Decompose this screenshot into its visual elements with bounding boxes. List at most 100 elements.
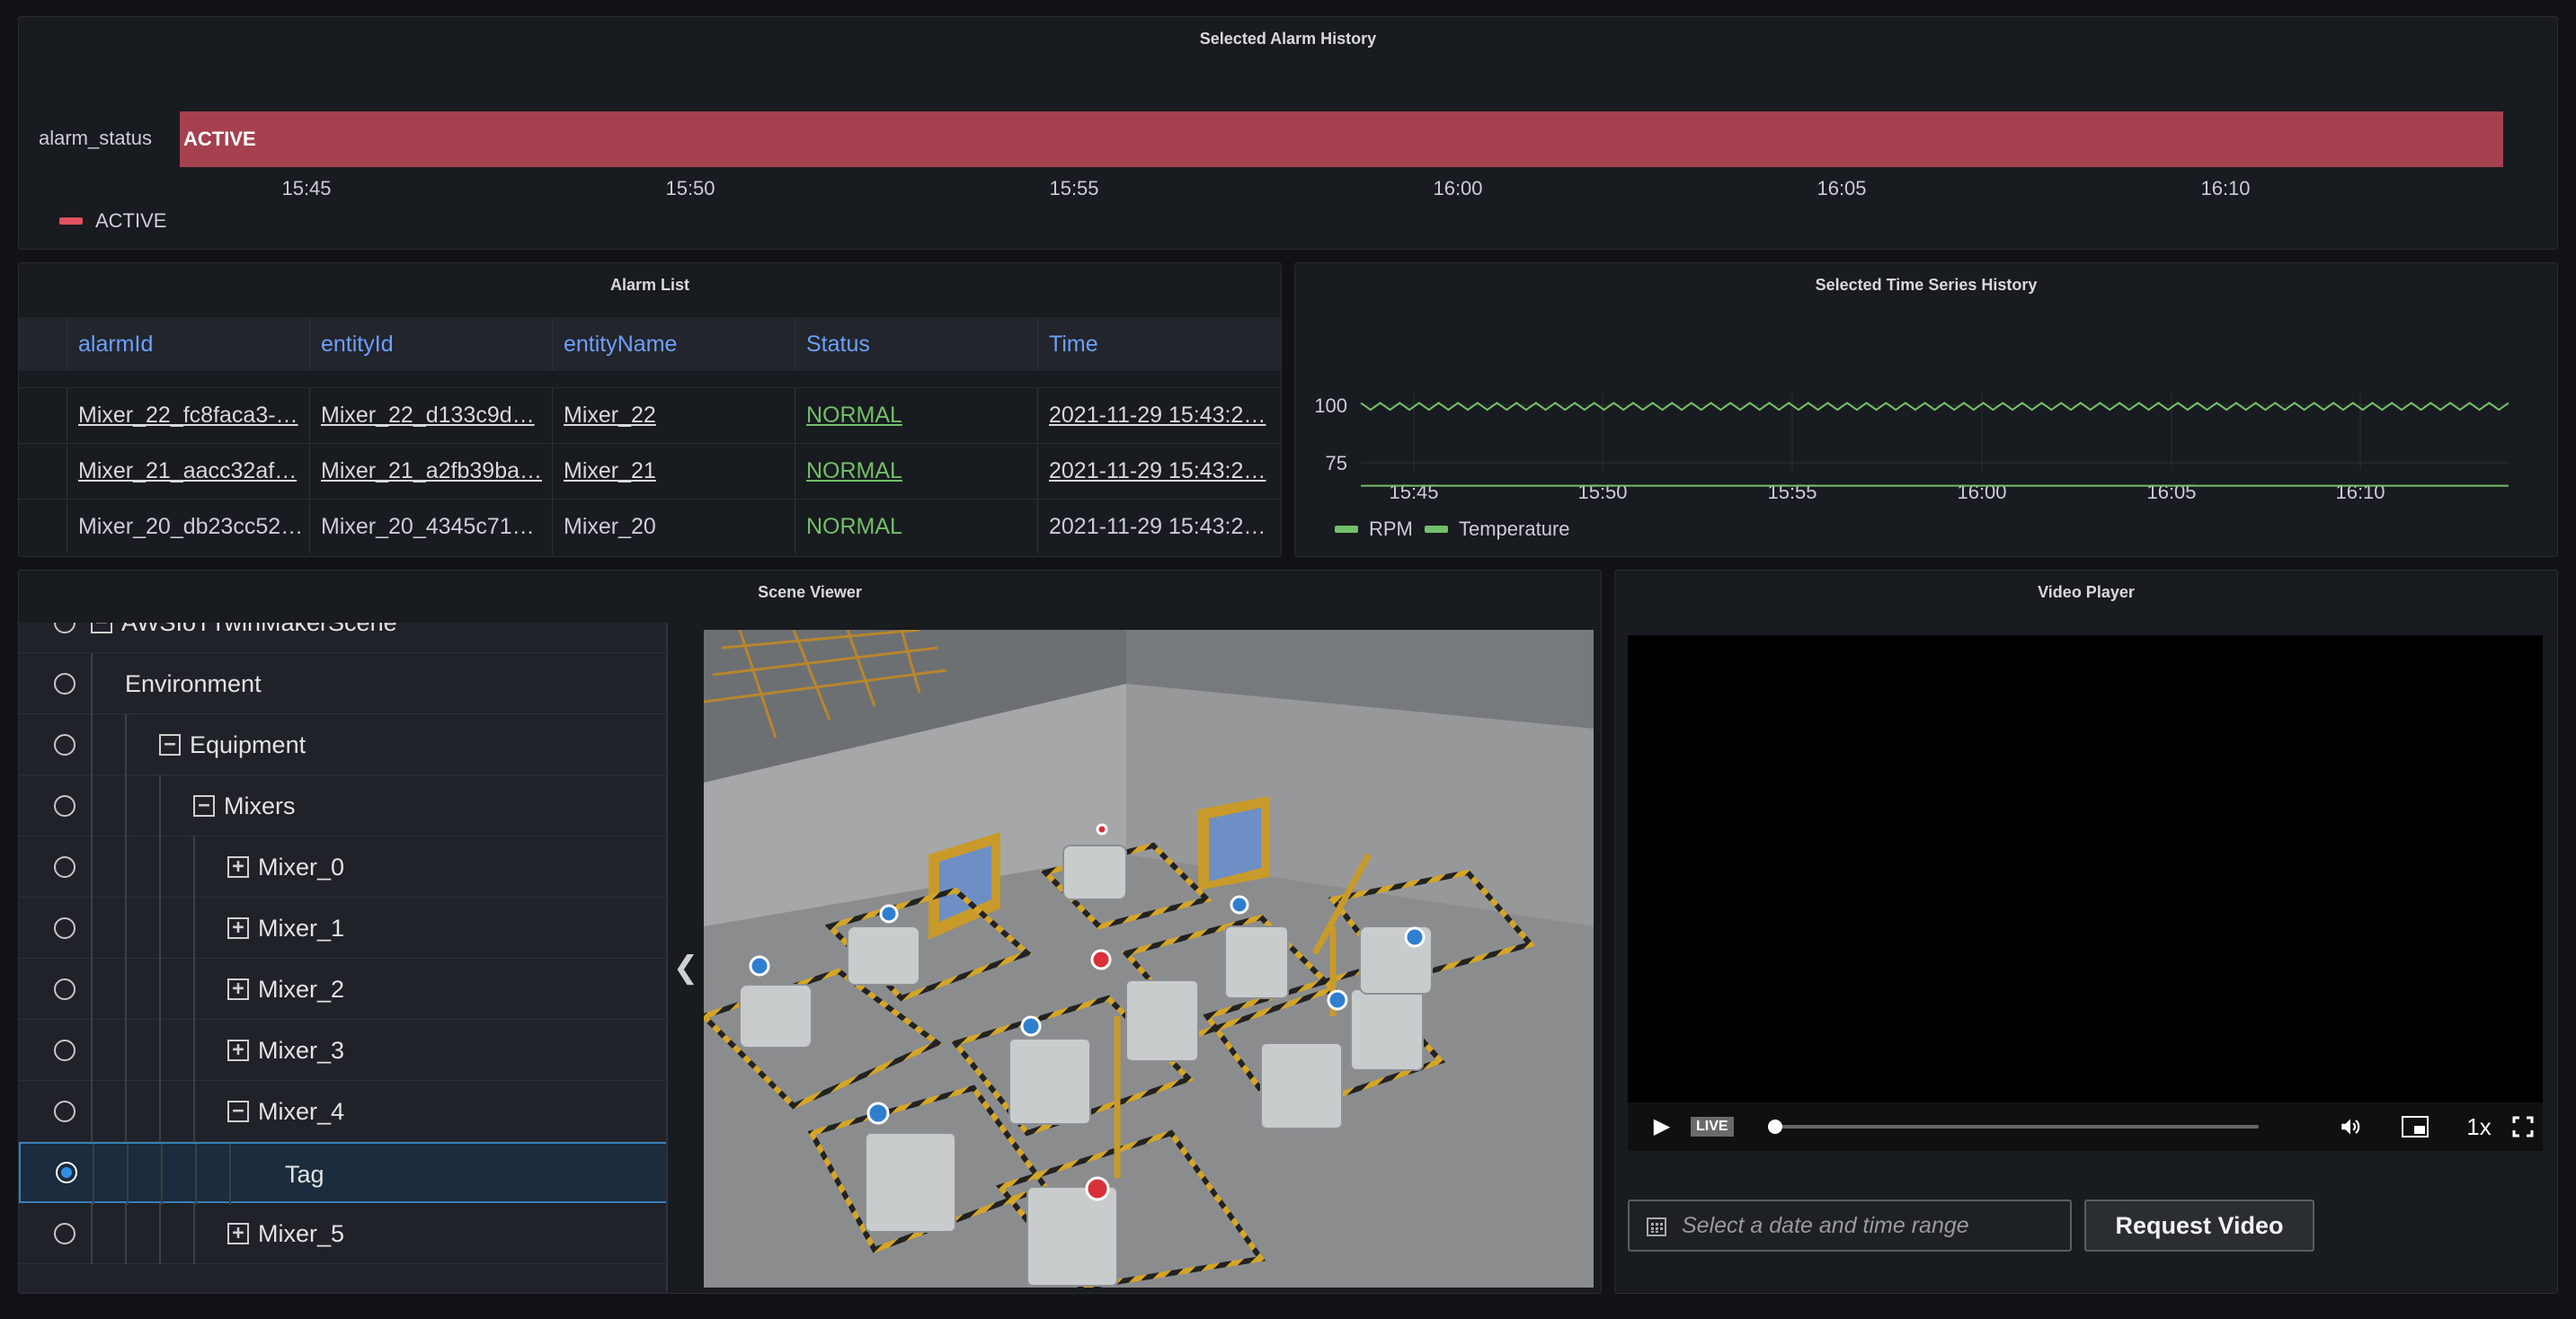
tree-guide-line	[91, 1020, 93, 1081]
tree-item-mixer-4[interactable]: − Mixer_4	[19, 1081, 666, 1142]
collapse-icon[interactable]: −	[91, 623, 112, 633]
expand-icon[interactable]: +	[227, 1039, 249, 1061]
tree-guide-line	[159, 775, 161, 837]
tree-guide-line	[91, 1081, 93, 1142]
tree-guide-line	[125, 714, 127, 775]
collapse-icon[interactable]: −	[227, 1100, 249, 1122]
playback-speed-button[interactable]: 1x	[2456, 1102, 2501, 1151]
tree-item-mixer-5[interactable]: + Mixer_5	[19, 1203, 666, 1264]
pip-icon-glyph	[2402, 1116, 2429, 1138]
time-link[interactable]: 2021-11-29 15:43:2…	[1049, 403, 1266, 429]
video-screen[interactable]	[1628, 635, 2543, 1102]
tree-radio[interactable]	[54, 916, 76, 939]
expand-icon[interactable]: +	[227, 978, 249, 1000]
tree-item-label: AWSIoTTwinMakerScene	[121, 623, 397, 636]
video-progress-slider[interactable]	[1768, 1120, 2259, 1134]
tree-radio[interactable]	[54, 855, 76, 878]
tree-guide-line	[127, 1144, 129, 1205]
tree-radio[interactable]	[54, 733, 76, 756]
column-header-alarmid[interactable]: alarmId	[67, 317, 309, 371]
progress-knob[interactable]	[1768, 1120, 1782, 1134]
row-selector-header	[19, 317, 67, 371]
tree-item-equipment[interactable]: − Equipment	[19, 714, 666, 775]
alarm-bar-label: ACTIVE	[183, 128, 256, 150]
tree-radio[interactable]	[54, 794, 76, 817]
column-header-entityid[interactable]: entityId	[309, 317, 552, 371]
entity-name-link[interactable]: Mixer_21	[564, 458, 656, 484]
expand-icon[interactable]: +	[227, 916, 249, 939]
tree-item-awsiottwinmakerscene[interactable]: −AWSIoTTwinMakerScene	[19, 623, 666, 653]
collapse-icon[interactable]: −	[159, 733, 181, 756]
expand-icon[interactable]: +	[227, 855, 249, 878]
legend-item-active[interactable]: ACTIVE	[59, 209, 166, 233]
entity-id-link[interactable]: Mixer_21_a2fb39ba…	[321, 458, 542, 484]
row-selector[interactable]	[19, 388, 67, 443]
tree-guide-line	[125, 1081, 127, 1142]
alarm-id-link[interactable]: Mixer_21_aacc32af…	[78, 458, 297, 484]
tree-guide-line	[159, 1081, 161, 1142]
tree-item-mixer-3[interactable]: + Mixer_3	[19, 1020, 666, 1081]
tree-item-label: Equipment	[190, 731, 306, 758]
table-row[interactable]: Mixer_22_fc8faca3-… Mixer_22_d133c9d… Mi…	[19, 387, 1281, 443]
legend-swatch	[1335, 526, 1358, 533]
table-row[interactable]: Mixer_21_aacc32af… Mixer_21_a2fb39ba… Mi…	[19, 443, 1281, 499]
tree-guide-line	[91, 959, 93, 1020]
status-link[interactable]: NORMAL	[806, 458, 902, 484]
expand-icon[interactable]: +	[227, 1222, 249, 1244]
time-link[interactable]: 2021-11-29 15:43:2…	[1049, 458, 1266, 484]
request-video-button[interactable]: Request Video	[2084, 1199, 2314, 1252]
column-header-status[interactable]: Status	[795, 317, 1037, 371]
tree-item-label: Mixer_2	[258, 976, 345, 1003]
tree-guide-line	[125, 898, 127, 959]
time-tick: 15:45	[281, 177, 332, 199]
tree-guide-line	[159, 1203, 161, 1264]
volume-icon[interactable]	[2332, 1102, 2368, 1151]
scene-hierarchy-tree[interactable]: −AWSIoTTwinMakerSceneEnvironment−Equipme…	[19, 623, 668, 1293]
tree-item-tag[interactable]: Tag	[19, 1142, 666, 1205]
tree-radio[interactable]	[56, 1162, 77, 1183]
table-row[interactable]: Mixer_20_db23cc52… Mixer_20_4345c71… Mix…	[19, 499, 1281, 554]
row-selector[interactable]	[19, 444, 67, 499]
tree-item-environment[interactable]: Environment	[19, 653, 666, 714]
3d-scene-viewport[interactable]	[704, 630, 1594, 1288]
status-link[interactable]: NORMAL	[806, 403, 902, 429]
date-range-picker[interactable]	[1628, 1199, 2072, 1252]
tree-radio[interactable]	[54, 672, 76, 695]
column-header-entityname[interactable]: entityName	[552, 317, 795, 371]
collapse-icon[interactable]: −	[193, 794, 215, 817]
row-selector[interactable]	[19, 500, 67, 554]
scene-viewer-panel: Scene Viewer −AWSIoTTwinMakerSceneEnviro…	[18, 570, 1602, 1294]
tree-radio[interactable]	[54, 623, 76, 633]
time-series-chart[interactable]: 100 75 15:45 15:50 15:55 16:00 16:05 16:10 RPM Te…	[1295, 263, 2558, 557]
picture-in-picture-icon[interactable]	[2397, 1102, 2433, 1151]
fullscreen-icon[interactable]	[2505, 1102, 2541, 1151]
live-badge[interactable]: LIVE	[1691, 1117, 1734, 1137]
y-tick-label: 100	[1314, 394, 1347, 417]
tree-item-mixer-2[interactable]: + Mixer_2	[19, 959, 666, 1020]
time-tick: 15:50	[665, 177, 715, 199]
chevron-left-icon[interactable]: ❮	[670, 941, 702, 995]
panel-title: Video Player	[2038, 583, 2135, 601]
alarm-status-bar[interactable]: ACTIVE	[180, 111, 2503, 167]
tree-item-mixers[interactable]: − Mixers	[19, 775, 666, 837]
alarm-id-link[interactable]: Mixer_22_fc8faca3-…	[78, 403, 298, 429]
tree-guide-line	[193, 1203, 195, 1264]
series-line-rpm	[1360, 402, 2509, 412]
entity-id-cell: Mixer_20_4345c71…	[321, 514, 535, 539]
tree-item-mixer-1[interactable]: + Mixer_1	[19, 898, 666, 959]
tree-radio[interactable]	[54, 1039, 76, 1061]
tree-guide-line	[195, 1144, 197, 1205]
play-icon[interactable]: ▶	[1646, 1102, 1678, 1151]
tree-radio[interactable]	[54, 978, 76, 1000]
tree-radio[interactable]	[54, 1100, 76, 1122]
entity-id-link[interactable]: Mixer_22_d133c9d…	[321, 403, 535, 429]
tree-item-label: Mixer_4	[258, 1098, 345, 1125]
entity-name-link[interactable]: Mixer_22	[564, 403, 656, 429]
column-header-time[interactable]: Time	[1037, 317, 1281, 371]
tree-guide-line	[193, 1020, 195, 1081]
tree-guide-line	[91, 653, 93, 714]
tree-radio[interactable]	[54, 1222, 76, 1244]
calendar-icon	[1647, 1217, 1666, 1236]
tree-item-mixer-0[interactable]: + Mixer_0	[19, 837, 666, 898]
date-range-input[interactable]	[1682, 1201, 2059, 1250]
